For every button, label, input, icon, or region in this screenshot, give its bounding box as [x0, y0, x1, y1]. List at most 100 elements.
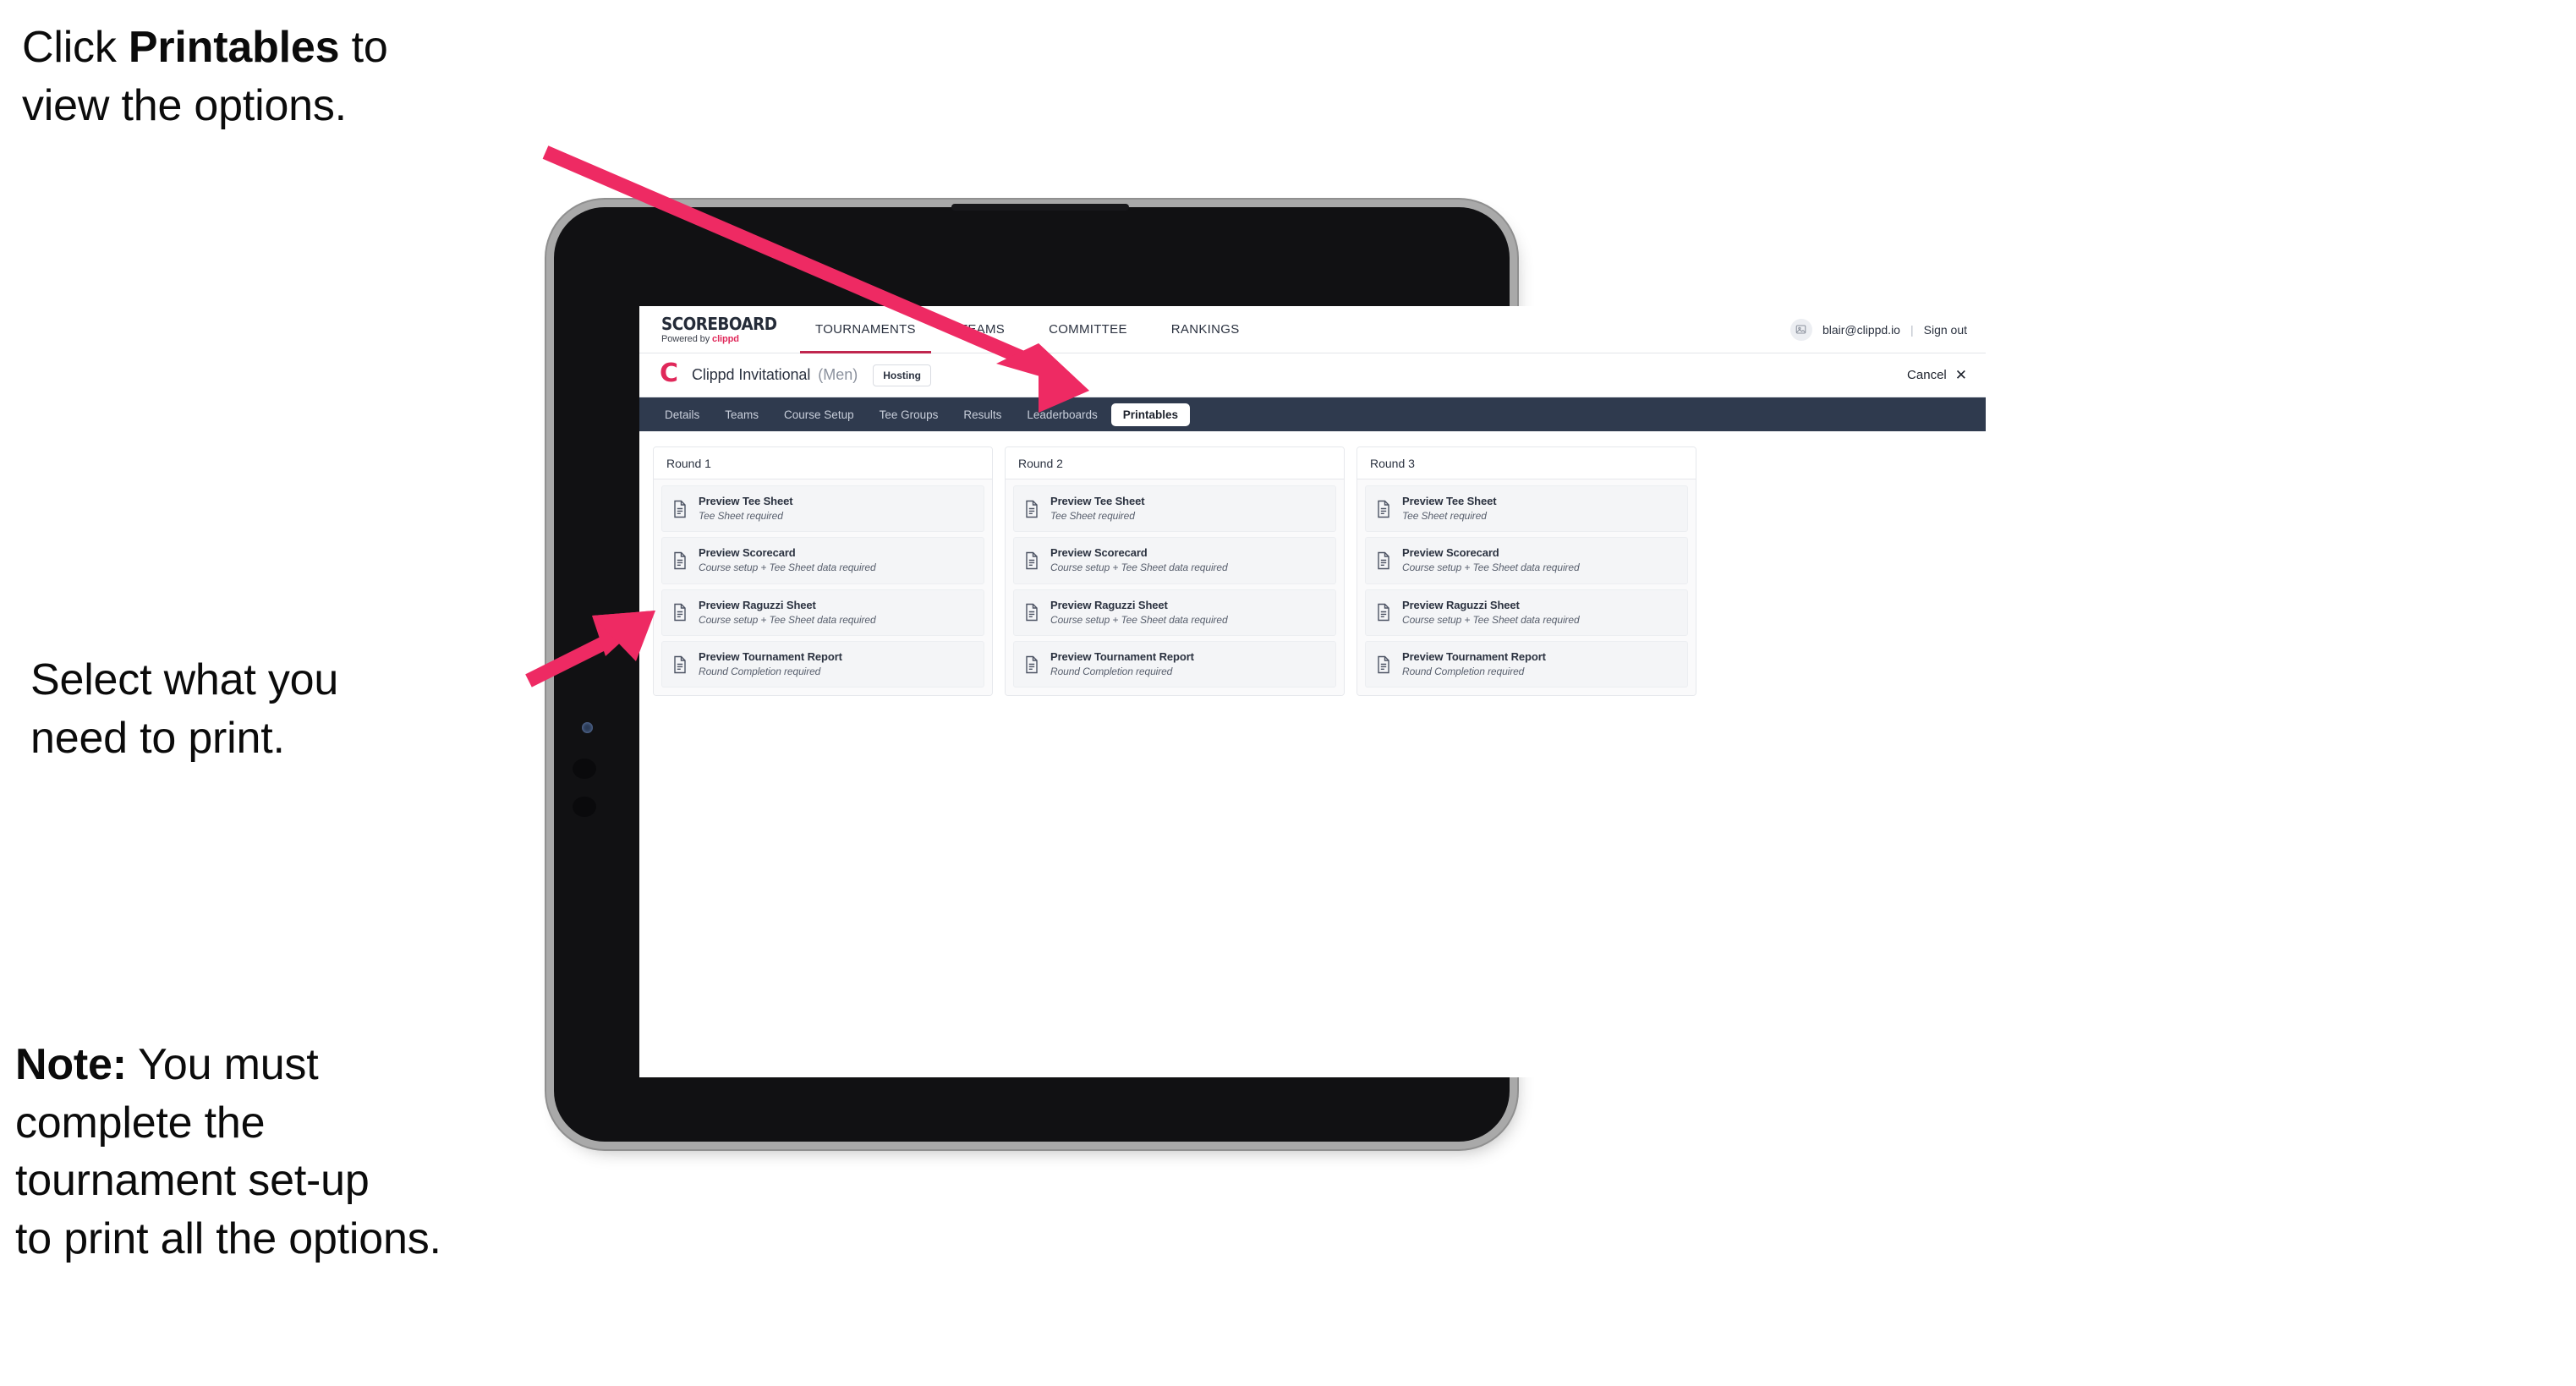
screenshot-stage: Click Printables to view the options. Se…	[0, 0, 2576, 1386]
round-title: Round 2	[1006, 447, 1344, 479]
main-nav-committee[interactable]: COMMITTEE	[1027, 306, 1149, 353]
printable-item-title: Preview Tournament Report	[1050, 649, 1194, 663]
printable-item-text: Preview Scorecard Course setup + Tee She…	[1402, 546, 1580, 574]
main-nav-teams[interactable]: TEAMS	[938, 306, 1027, 353]
printable-item-title: Preview Tournament Report	[699, 649, 842, 663]
tournament-gender: (Men)	[818, 366, 858, 383]
document-icon	[1376, 603, 1391, 622]
subnav-item-tee-groups[interactable]: Tee Groups	[868, 403, 951, 426]
printable-item-requirement: Tee Sheet required	[1402, 509, 1487, 522]
printable-item-title: Preview Tournament Report	[1402, 649, 1546, 663]
printable-item-text: Preview Scorecard Course setup + Tee She…	[1050, 546, 1228, 573]
tablet-volume-down-button[interactable]	[573, 797, 596, 817]
printable-item-text: Preview Tee Sheet Tee Sheet required	[699, 495, 793, 522]
printable-item-requirement: Round Completion required	[1050, 665, 1173, 677]
printable-item-title: Preview Raguzzi Sheet	[1050, 598, 1168, 611]
printable-item-title: Preview Raguzzi Sheet	[1402, 598, 1520, 611]
round-title: Round 1	[654, 447, 992, 479]
printable-item-requirement: Round Completion required	[1402, 665, 1525, 677]
logo-powered-by: Powered by clippd	[661, 333, 770, 344]
subnav-item-details[interactable]: Details	[653, 403, 711, 426]
annotation-select-print: Select what you need to print.	[30, 655, 339, 763]
document-icon	[1376, 655, 1391, 674]
round-items-list: Preview Tee Sheet Tee Sheet required Pre…	[1006, 479, 1344, 696]
printable-item-text: Preview Scorecard Course setup + Tee She…	[699, 546, 876, 574]
printable-item-text: Preview Raguzzi Sheet Course setup + Tee…	[1050, 598, 1228, 626]
printable-item-title: Preview Scorecard	[1402, 546, 1499, 560]
printable-item-tournament-report[interactable]: Preview Tournament Report Round Completi…	[1013, 640, 1336, 688]
printable-item-title: Preview Scorecard	[1050, 546, 1148, 560]
printables-content: Round 1 Preview Tee Sheet Tee Sheet requ…	[639, 431, 1986, 697]
tablet-camera-icon	[582, 722, 593, 733]
printable-item-text: Preview Tournament Report Round Completi…	[1402, 649, 1546, 677]
document-icon	[672, 603, 688, 622]
printable-item-title: Preview Tee Sheet	[1402, 495, 1497, 507]
printable-item-tournament-report[interactable]: Preview Tournament Report Round Completi…	[661, 640, 984, 688]
document-icon	[1376, 551, 1391, 570]
printable-item-title: Preview Scorecard	[699, 546, 796, 560]
document-icon	[672, 551, 688, 570]
round-column-2: Round 2 Preview Tee Sheet Tee Sheet requ…	[1005, 446, 1345, 697]
printable-item-requirement: Tee Sheet required	[1050, 509, 1135, 522]
app-screen: SCOREBOARD Powered by clippd TOURNAMENTS…	[639, 306, 1986, 1077]
printable-item-raguzzi-sheet[interactable]: Preview Raguzzi Sheet Course setup + Tee…	[661, 589, 984, 636]
main-nav-rankings[interactable]: RANKINGS	[1149, 306, 1262, 353]
tournament-name: Clippd Invitational	[692, 366, 811, 383]
printable-item-title: Preview Tee Sheet	[699, 495, 793, 507]
round-column-1: Round 1 Preview Tee Sheet Tee Sheet requ…	[653, 446, 993, 697]
topbar-separator: |	[1910, 322, 1914, 337]
printable-item-text: Preview Tournament Report Round Completi…	[1050, 649, 1194, 677]
powered-by-prefix: Powered by	[661, 333, 713, 344]
printable-item-requirement: Course setup + Tee Sheet data required	[1050, 613, 1228, 626]
document-icon	[1024, 655, 1039, 674]
printable-item-scorecard[interactable]: Preview Scorecard Course setup + Tee She…	[661, 537, 984, 584]
subnav-item-teams[interactable]: Teams	[713, 403, 770, 426]
printable-item-tee-sheet[interactable]: Preview Tee Sheet Tee Sheet required	[1013, 485, 1336, 533]
tournament-subnav: Details Teams Course Setup Tee Groups Re…	[639, 397, 1986, 431]
round-items-list: Preview Tee Sheet Tee Sheet required Pre…	[1357, 479, 1696, 696]
printable-item-tournament-report[interactable]: Preview Tournament Report Round Completi…	[1365, 640, 1688, 688]
subnav-item-results[interactable]: Results	[951, 403, 1013, 426]
account-area: blair@clippd.io | Sign out	[1789, 318, 1967, 341]
powered-by-brand: clippd	[712, 333, 739, 344]
scoreboard-logo[interactable]: SCOREBOARD Powered by clippd	[661, 313, 777, 344]
printable-item-raguzzi-sheet[interactable]: Preview Raguzzi Sheet Course setup + Tee…	[1013, 589, 1336, 636]
cancel-button[interactable]: Cancel ✕	[1907, 368, 1967, 382]
printable-item-scorecard[interactable]: Preview Scorecard Course setup + Tee She…	[1013, 537, 1336, 584]
printable-item-text: Preview Tee Sheet Tee Sheet required	[1402, 495, 1497, 522]
printable-item-text: Preview Raguzzi Sheet Course setup + Tee…	[1402, 598, 1580, 626]
printable-item-requirement: Course setup + Tee Sheet data required	[1402, 562, 1580, 574]
printable-item-raguzzi-sheet[interactable]: Preview Raguzzi Sheet Course setup + Tee…	[1365, 589, 1688, 636]
subnav-item-leaderboards[interactable]: Leaderboards	[1015, 403, 1109, 426]
printable-item-title: Preview Raguzzi Sheet	[699, 598, 816, 611]
printable-item-title: Preview Tee Sheet	[1050, 495, 1145, 507]
sign-out-link[interactable]: Sign out	[1924, 323, 1967, 337]
main-navigation: TOURNAMENTS TEAMS COMMITTEE RANKINGS	[793, 306, 1262, 353]
printable-item-text: Preview Tee Sheet Tee Sheet required	[1050, 495, 1145, 522]
printable-item-scorecard[interactable]: Preview Scorecard Course setup + Tee She…	[1365, 537, 1688, 584]
printable-item-requirement: Round Completion required	[699, 665, 821, 677]
tablet-volume-up-button[interactable]	[573, 759, 596, 779]
round-items-list: Preview Tee Sheet Tee Sheet required Pre…	[654, 479, 992, 696]
annotation-click-printables: Click Printables to view the options.	[22, 23, 388, 130]
document-icon	[1024, 551, 1039, 570]
printable-item-requirement: Course setup + Tee Sheet data required	[699, 562, 876, 574]
printable-item-tee-sheet[interactable]: Preview Tee Sheet Tee Sheet required	[1365, 485, 1688, 533]
user-avatar-icon[interactable]	[1789, 318, 1812, 341]
status-badge: Hosting	[873, 364, 931, 386]
printable-item-requirement: Tee Sheet required	[699, 509, 783, 522]
main-nav-tournaments[interactable]: TOURNAMENTS	[793, 306, 938, 353]
tablet-speaker	[951, 204, 1129, 211]
cancel-button-label: Cancel	[1907, 368, 1947, 382]
app-top-bar: SCOREBOARD Powered by clippd TOURNAMENTS…	[639, 306, 1986, 353]
document-icon	[672, 500, 688, 518]
printable-item-requirement: Course setup + Tee Sheet data required	[699, 613, 876, 626]
printable-item-text: Preview Tournament Report Round Completi…	[699, 649, 842, 677]
logo-wordmark: SCOREBOARD	[661, 313, 777, 334]
subnav-item-printables[interactable]: Printables	[1110, 403, 1191, 426]
printable-item-requirement: Course setup + Tee Sheet data required	[1402, 613, 1580, 626]
printable-item-tee-sheet[interactable]: Preview Tee Sheet Tee Sheet required	[661, 485, 984, 533]
document-icon	[1376, 500, 1391, 518]
document-icon	[1024, 500, 1039, 518]
subnav-item-course-setup[interactable]: Course Setup	[772, 403, 866, 426]
